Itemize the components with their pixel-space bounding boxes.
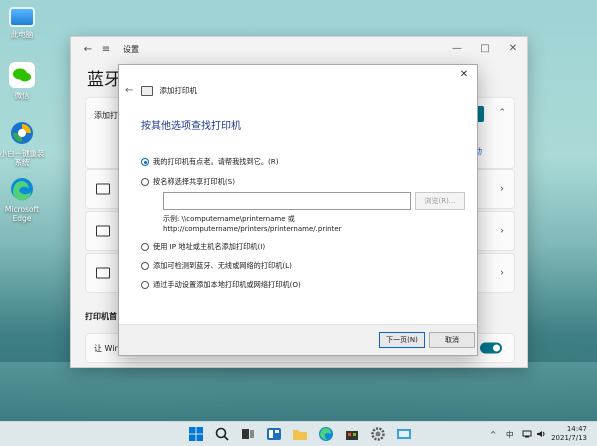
hamburger-menu-icon[interactable]: ≡ (97, 44, 115, 55)
radio-button[interactable] (141, 281, 149, 289)
control-panel-icon (397, 429, 411, 439)
option-label: 通过手动设置添加本地打印机或网络打印机(O) (153, 280, 301, 289)
windows-logo-icon (189, 427, 203, 441)
minimize-button[interactable]: — (443, 37, 471, 59)
option-ip-address[interactable]: 使用 IP 地址或主机名添加打印机(I) (141, 242, 265, 252)
dialog-header-title: 添加打印机 (159, 86, 197, 95)
dialog-close-button[interactable]: ✕ (457, 69, 471, 81)
reinstall-icon (9, 120, 35, 146)
wechat-icon (9, 62, 35, 88)
wallpaper-lake (0, 362, 597, 422)
search-icon (215, 427, 229, 441)
chevron-right-icon: › (500, 183, 504, 195)
option-label: 使用 IP 地址或主机名添加打印机(I) (153, 242, 266, 251)
close-button[interactable]: ✕ (499, 37, 527, 59)
add-printer-label: 添加打 (94, 111, 118, 120)
maximize-button[interactable]: □ (471, 37, 499, 59)
chevron-up-icon[interactable]: ⌃ (498, 108, 506, 118)
control-panel-button[interactable] (396, 426, 412, 442)
widgets-button[interactable] (266, 426, 282, 442)
search-button[interactable] (214, 426, 230, 442)
option-manual-settings[interactable]: 通过手动设置添加本地打印机或网络打印机(O) (141, 280, 301, 290)
next-button[interactable]: 下一页(N) (379, 332, 425, 348)
start-button[interactable] (188, 426, 204, 442)
example-line: http://computername/printers/printername… (163, 225, 342, 233)
example-text: 示例: \\computername\printername 或 http://… (163, 214, 342, 234)
desktop-icon-this-pc[interactable]: 此电脑 (0, 4, 48, 39)
option-label: 按名称选择共享打印机(S) (153, 177, 236, 186)
task-view-icon (242, 429, 254, 439)
desktop-icon-wechat[interactable]: 微信 (0, 62, 48, 100)
printer-preferences-heading: 打印机首 (85, 312, 117, 321)
desktop-icon-reinstall[interactable]: 小白一键重装系统 (0, 120, 48, 167)
desktop-icon-label: 微信 (14, 91, 30, 100)
printer-icon (96, 183, 110, 195)
task-view-button[interactable] (240, 426, 256, 442)
dialog-back-button[interactable]: ← (125, 85, 133, 96)
option-label: 添加可检测到蓝牙、无线或网络的打印机(L) (153, 261, 292, 270)
cancel-button[interactable]: 取消 (429, 332, 475, 348)
shared-printer-name-input[interactable] (163, 192, 411, 210)
radio-button[interactable] (141, 262, 149, 270)
example-line: 示例: \\computername\printername 或 (163, 215, 295, 223)
default-printer-toggle[interactable] (480, 342, 502, 354)
taskbar: ^ 中 14:47 2021/7/13 (0, 421, 597, 446)
option-old-printer[interactable]: 我的打印机有点老。请帮我找到它。(R) (141, 157, 279, 167)
back-arrow-icon[interactable]: ← (79, 44, 97, 55)
store-button[interactable] (344, 426, 360, 442)
option-bluetooth-wireless[interactable]: 添加可检测到蓝牙、无线或网络的打印机(L) (141, 261, 292, 271)
gear-icon (371, 427, 385, 441)
clock-date: 2021/7/13 (551, 434, 587, 442)
page-title: 蓝牙 (87, 70, 121, 90)
window-controls: — □ ✕ (443, 37, 527, 59)
edge-taskbar-button[interactable] (318, 426, 334, 442)
desktop-icon-label: 小白一键重装系统 (0, 149, 45, 167)
clock[interactable]: 14:47 2021/7/13 (551, 425, 587, 443)
dialog-header: ← 添加打印机 (125, 85, 197, 96)
radio-button[interactable] (141, 178, 149, 186)
desktop-icon-label: 此电脑 (10, 30, 34, 39)
printer-icon (96, 225, 110, 237)
printer-icon (141, 85, 154, 96)
option-shared-printer[interactable]: 按名称选择共享打印机(S) (141, 177, 235, 187)
desktop-icon-edge[interactable]: Microsoft Edge (0, 176, 48, 223)
settings-title: 设置 (123, 44, 139, 54)
file-explorer-button[interactable] (292, 426, 308, 442)
network-icon[interactable] (522, 422, 532, 446)
tray-overflow[interactable]: ^ (490, 422, 496, 446)
printer-icon (96, 267, 110, 279)
clock-time: 14:47 (566, 425, 587, 433)
ime-indicator[interactable]: 中 (506, 422, 514, 446)
folder-icon (293, 430, 307, 440)
desktop-icon-label: Microsoft Edge (4, 205, 40, 223)
chevron-right-icon: › (500, 225, 504, 237)
browse-button[interactable]: 浏览(R)... (415, 192, 465, 210)
edge-icon (319, 427, 333, 441)
add-printer-dialog: ✕ ← 添加打印机 按其他选项查找打印机 我的打印机有点老。请帮我找到它。(R)… (118, 64, 478, 356)
chevron-right-icon: › (500, 267, 504, 279)
option-label: 我的打印机有点老。请帮我找到它。(R) (153, 157, 279, 166)
volume-icon[interactable] (536, 422, 546, 446)
dialog-title: 按其他选项查找打印机 (141, 121, 241, 132)
computer-icon (9, 7, 35, 27)
default-printer-label: 让 Win (94, 344, 120, 353)
widgets-icon (267, 428, 281, 440)
store-icon (346, 431, 358, 440)
radio-button[interactable] (141, 243, 149, 251)
edge-icon (9, 176, 35, 202)
dialog-footer: 下一页(N) 取消 (119, 324, 477, 355)
settings-taskbar-button[interactable] (370, 426, 386, 442)
radio-button-selected[interactable] (141, 158, 149, 166)
